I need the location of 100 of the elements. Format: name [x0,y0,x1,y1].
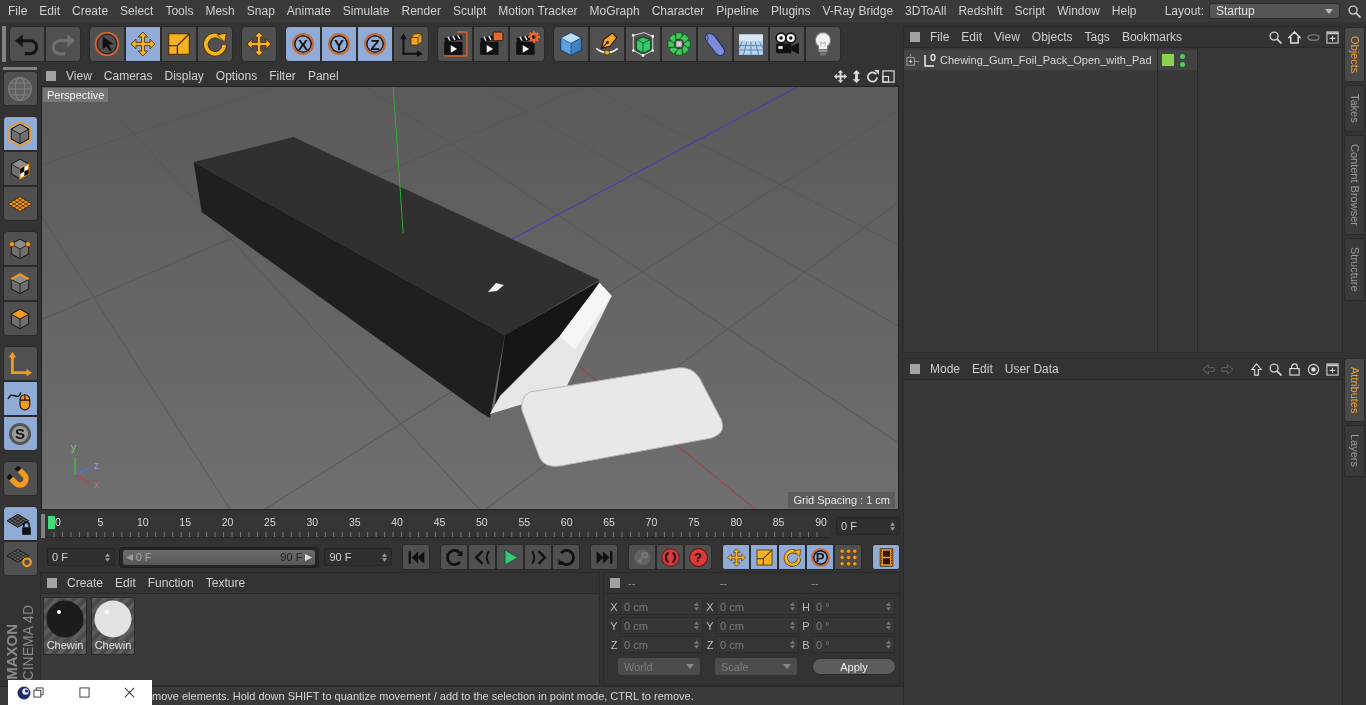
spinner-icon[interactable] [790,621,795,630]
menu-item[interactable]: Plugins [765,2,817,20]
spinner-icon[interactable] [886,621,891,630]
menu-item[interactable]: Select [114,2,160,20]
magnet-button[interactable] [2,461,38,496]
visibility-dot[interactable] [1180,61,1185,67]
menu-item[interactable]: Texture [199,576,252,590]
autokey-button[interactable] [656,544,684,570]
menu-item[interactable]: V-Ray Bridge [816,2,900,20]
align-workplane-button[interactable] [2,541,38,576]
texture-button[interactable] [2,151,38,186]
workplane-button[interactable] [2,186,38,221]
menu-item[interactable]: 3DToAll [899,2,953,20]
film-button[interactable] [872,544,900,570]
minimized-window[interactable] [8,680,152,705]
menu-item[interactable]: Create [61,576,110,590]
grip-handle[interactable] [3,67,37,70]
side-tab[interactable]: Layers [1344,425,1365,477]
search-icon[interactable] [1348,4,1361,18]
grip-handle[interactable] [41,514,45,538]
move-view-icon[interactable] [834,69,847,83]
current-frame-field[interactable]: 0 F [836,517,900,535]
lock-icon[interactable] [1288,362,1301,376]
foil-pack[interactable] [193,137,612,418]
light-button[interactable] [805,26,841,62]
menu-item[interactable]: Bookmarks [1115,30,1188,44]
menu-item[interactable]: Options [209,69,264,83]
menu-item[interactable]: Panel [301,69,345,83]
side-tab[interactable]: Objects [1344,27,1365,83]
rotate-button[interactable] [778,544,806,570]
coords-button[interactable] [393,26,429,62]
rotate-button[interactable] [197,26,233,62]
grip-icon[interactable] [47,578,57,588]
visibility-dot[interactable] [1180,53,1185,59]
new-panel-icon[interactable] [1326,30,1339,44]
menu-item[interactable]: MoGraph [583,2,646,20]
menu-item[interactable]: Create [66,2,115,20]
menu-item[interactable]: Render [395,2,447,20]
home-icon[interactable] [1288,30,1301,44]
maximize-view-icon[interactable] [882,69,895,83]
spinner-icon[interactable] [694,621,699,630]
restore-icon[interactable] [33,687,44,698]
expand-icon[interactable] [906,53,919,67]
spinner-icon[interactable] [790,640,795,649]
select-button[interactable] [89,26,125,62]
layer-color-swatch[interactable] [1162,54,1174,66]
menu-item[interactable]: View [988,30,1026,44]
menu-item[interactable]: User Data [998,362,1065,376]
menu-item[interactable]: Motion Tracker [492,2,584,20]
spinner-icon[interactable] [694,640,699,649]
polygons-button[interactable] [2,301,38,336]
menu-item[interactable]: Simulate [336,2,396,20]
material-tile[interactable]: Chewin [91,597,135,655]
up-arrow-icon[interactable] [1250,362,1263,376]
zoom-view-icon[interactable] [850,69,863,83]
grip-icon[interactable] [46,71,56,81]
grip-handle[interactable] [2,26,6,62]
scale-button[interactable] [750,544,778,570]
side-tab[interactable]: Content Browser [1344,135,1365,235]
spinner-icon[interactable] [104,552,110,562]
grip-icon[interactable] [910,364,920,374]
menu-item[interactable]: Tools [159,2,200,20]
menu-item[interactable]: Character [645,2,711,20]
search-icon[interactable] [1269,362,1282,376]
side-tab[interactable]: Attributes [1344,358,1365,423]
render-picture-button[interactable] [473,26,509,62]
play-button[interactable] [496,544,524,570]
pen-button[interactable] [589,26,625,62]
spinner-icon[interactable] [790,602,795,611]
side-tab[interactable]: Takes [1344,85,1365,133]
menu-item[interactable]: View [60,69,98,83]
gum-pad[interactable] [521,367,724,467]
axis-mode-button[interactable] [2,346,38,381]
scale-button[interactable] [161,26,197,62]
axis-button[interactable]: X [285,26,321,62]
floor-button[interactable] [733,26,769,62]
cloner-button[interactable] [661,26,697,62]
menu-item[interactable]: Function [141,576,200,590]
side-tab[interactable]: Structure [1344,238,1365,301]
lock-workplane-button[interactable] [2,506,38,541]
menu-item[interactable]: Animate [280,2,337,20]
grip-icon[interactable] [910,32,920,42]
edges-button[interactable] [2,266,38,301]
axis-button[interactable]: Z [357,26,393,62]
menu-item[interactable]: Edit [109,576,142,590]
points-button[interactable] [2,231,38,266]
close-icon[interactable] [124,687,135,698]
menu-item[interactable]: File [924,30,956,44]
axis-button[interactable]: Y [321,26,357,62]
param-button[interactable]: P [806,544,834,570]
object-row[interactable]: Chewing_Gum_Foil_Pack_Open_with_Pad [904,50,1157,70]
apply-button[interactable]: Apply [812,658,896,675]
move-button[interactable] [125,26,161,62]
render-view-button[interactable] [437,26,473,62]
app-logo-icon[interactable] [17,685,31,700]
menu-item[interactable]: Snap [240,2,281,20]
arrow-right-icon[interactable] [305,553,313,561]
menu-item[interactable]: Edit [33,2,67,20]
menu-item[interactable]: Script [1008,2,1052,20]
menu-item[interactable]: Display [158,69,210,83]
